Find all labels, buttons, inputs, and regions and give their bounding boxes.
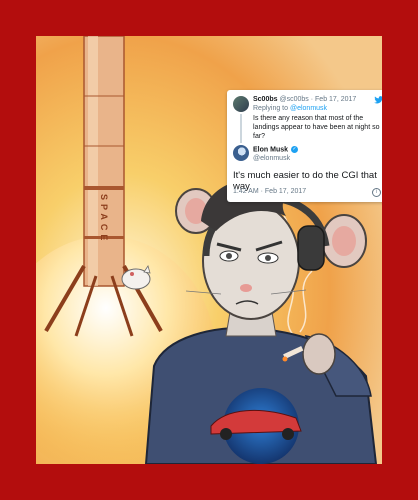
reply-header: Sc00bs @sc00bs · Feb 17, 2017 (253, 96, 357, 103)
reply-date[interactable]: Feb 17, 2017 (315, 96, 356, 103)
replying-to-label: Replying to (253, 105, 289, 112)
replying-to-line: Replying to @elonmusk (253, 105, 382, 114)
twitter-bird-icon (374, 96, 382, 104)
reply-text: Is there any reason that most of the lan… (253, 115, 380, 140)
replying-to-handle[interactable]: @elonmusk (290, 105, 327, 112)
tweet-timestamp[interactable]: 1:42 AM · Feb 17, 2017 (233, 188, 306, 197)
info-icon[interactable]: i (372, 188, 381, 197)
main-author-name-row: Elon Musk ✓ (253, 146, 373, 155)
reply-author-name[interactable]: Sc00bs (253, 96, 278, 103)
thread-line (240, 114, 242, 143)
main-author-handle[interactable]: @elonmusk (253, 155, 290, 164)
verified-badge-icon: ✓ (290, 146, 298, 153)
main-author-name[interactable]: Elon Musk (253, 146, 288, 153)
main-author-avatar[interactable] (233, 145, 249, 161)
rocket-lettering: SPACE (99, 194, 109, 244)
reply-author-handle[interactable]: @sc00bs (279, 96, 308, 103)
reply-author-avatar (233, 96, 249, 112)
artwork-frame: SPACE Sc00bs @sc00bs · Feb 17, 2017 Repl… (36, 36, 382, 464)
tweet-screenshot: Sc00bs @sc00bs · Feb 17, 2017 Replying t… (227, 90, 382, 202)
